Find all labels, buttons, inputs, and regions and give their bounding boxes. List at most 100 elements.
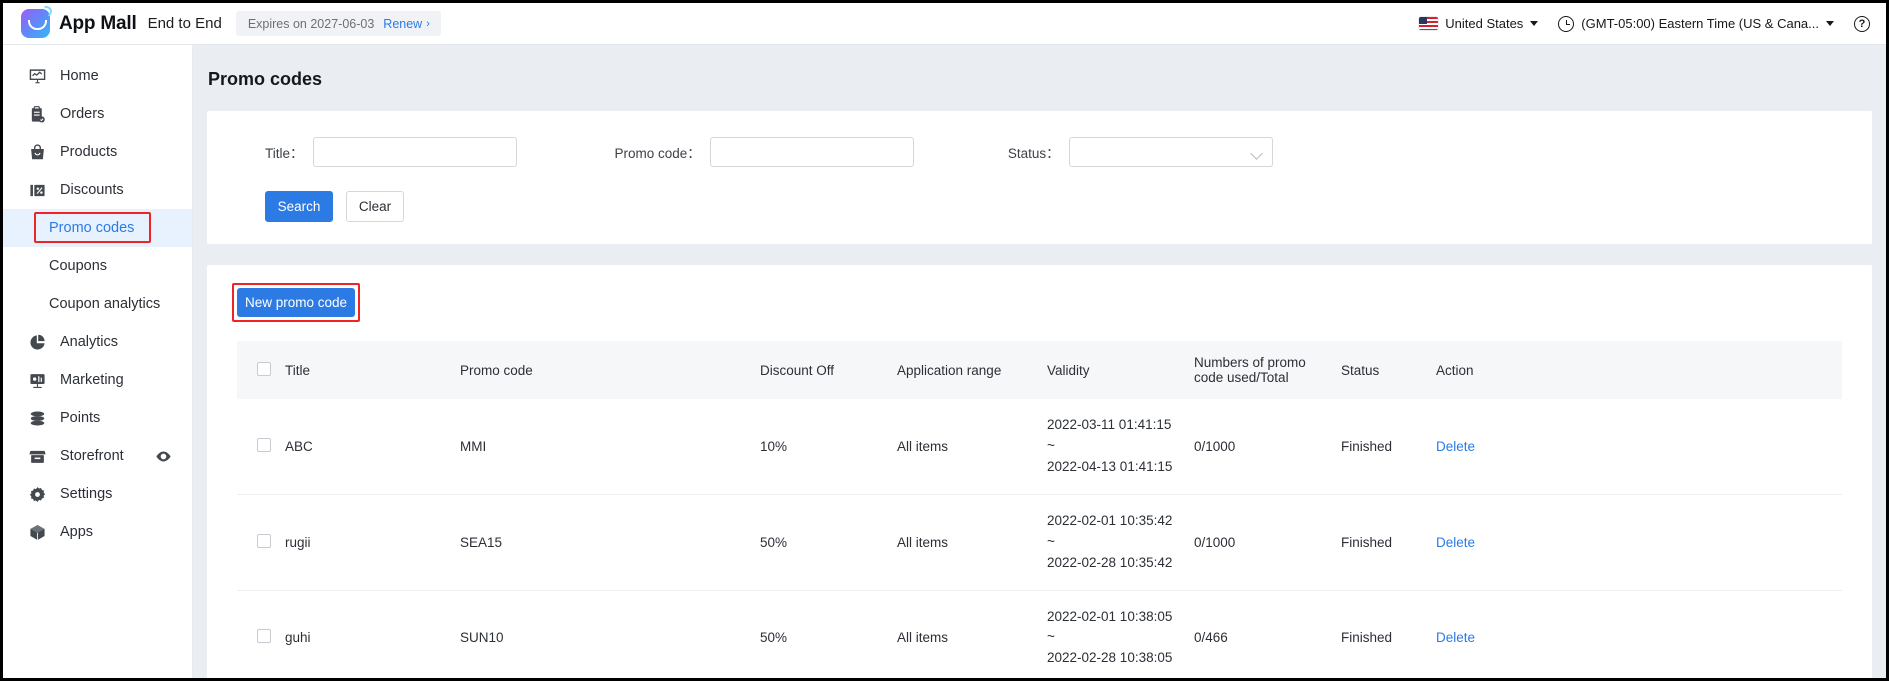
cell-discount-off: 50% [760, 590, 897, 678]
main-content: Promo codes Title： Promo code： Status： S… [193, 45, 1886, 678]
row-checkbox[interactable] [257, 533, 271, 548]
chevron-down-icon [1530, 21, 1539, 26]
sidebar-item-home[interactable]: Home [3, 57, 192, 95]
validity-separator: ~ [1047, 437, 1055, 453]
promo-codes-panel: New promo code Title Promo code Discount… [207, 265, 1872, 678]
renew-link[interactable]: Renew › [383, 17, 430, 31]
cell-title: guhi [285, 590, 460, 678]
sidebar-item-label: Settings [60, 486, 113, 502]
sidebar-item-storefront[interactable]: Storefront [3, 437, 192, 475]
cell-used-total: 0/466 [1194, 590, 1341, 678]
clock-icon [1558, 15, 1575, 32]
chevron-down-icon [1249, 147, 1263, 160]
validity-end: 2022-04-13 01:41:15 [1047, 458, 1173, 474]
cell-title: ABC [285, 399, 460, 495]
delete-link[interactable]: Delete [1436, 535, 1475, 550]
select-all-checkbox[interactable] [257, 361, 271, 376]
sidebar-item-label: Analytics [60, 334, 119, 350]
sidebar-item-coupons[interactable]: Coupons [3, 247, 192, 285]
sidebar-subitem-label: Coupon analytics [49, 296, 161, 312]
table-row: guhi SUN10 50% All items 2022-02-01 10:3… [237, 590, 1842, 678]
delete-link[interactable]: Delete [1436, 439, 1475, 454]
filter-actions: Search Clear [207, 167, 1872, 222]
cell-promo-code: SEA15 [460, 494, 760, 591]
cell-action: Delete [1436, 399, 1842, 495]
sidebar-item-apps[interactable]: Apps [3, 513, 192, 551]
header-status: Status [1341, 362, 1380, 378]
sidebar-item-label: Apps [60, 524, 94, 540]
sidebar-navigation: Home Orders Products Discounts Promo cod… [3, 45, 193, 678]
application-window: App Mall End to End Expires on 2027-06-0… [0, 0, 1889, 681]
header-numbers-line1: Numbers of promo [1194, 355, 1306, 370]
select-all-header [237, 341, 285, 399]
row-checkbox[interactable] [257, 437, 271, 452]
cell-discount-off: 50% [760, 494, 897, 591]
cell-used-total: 0/1000 [1194, 399, 1341, 495]
cell-validity: 2022-02-01 10:38:05 ~ 2022-02-28 10:38:0… [1047, 590, 1194, 678]
sidebar-item-orders[interactable]: Orders [3, 95, 192, 133]
row-checkbox[interactable] [257, 629, 271, 644]
table-header-row: Title Promo code Discount Off Applicatio… [237, 341, 1842, 399]
filter-promo-code-group: Promo code： [615, 137, 914, 167]
expiry-chip: Expires on 2027-06-03 Renew › [235, 11, 441, 36]
cell-validity: 2022-03-11 01:41:15 ~ 2022-04-13 01:41:1… [1047, 399, 1194, 495]
top-bar-right: United States (GMT-05:00) Eastern Time (… [1419, 15, 1886, 32]
country-label: United States [1445, 16, 1524, 31]
promo-codes-table: Title Promo code Discount Off Applicatio… [237, 341, 1842, 678]
title-input[interactable] [312, 137, 517, 167]
cell-application-range: All items [897, 494, 1047, 591]
chevron-right-icon: › [426, 17, 430, 30]
timezone-label: (GMT-05:00) Eastern Time (US & Cana... [1581, 16, 1819, 31]
chevron-down-icon [1826, 21, 1834, 26]
cell-status: Finished [1341, 399, 1436, 495]
sidebar-item-label: Points [60, 410, 101, 426]
timezone-selector[interactable]: (GMT-05:00) Eastern Time (US & Cana... [1558, 15, 1834, 32]
cell-action: Delete [1436, 494, 1842, 591]
promo-code-input[interactable] [709, 137, 914, 167]
eye-preview-icon[interactable] [155, 448, 172, 465]
sidebar-item-label: Discounts [60, 182, 124, 198]
sidebar-item-points[interactable]: Points [3, 399, 192, 437]
status-select[interactable] [1068, 137, 1273, 167]
header-numbers-used: Numbers of promo code used/Total [1194, 341, 1341, 399]
sidebar-item-settings[interactable]: Settings [3, 475, 192, 513]
country-selector[interactable]: United States [1419, 16, 1539, 31]
sidebar-item-label: Home [60, 68, 99, 84]
filter-status-group: Status： [1008, 137, 1273, 167]
sidebar-item-label: Storefront [60, 448, 124, 464]
sidebar-subitem-label: Coupons [49, 258, 108, 274]
validity-separator: ~ [1047, 629, 1055, 645]
validity-start: 2022-02-01 10:38:05 [1047, 608, 1173, 624]
cell-action: Delete [1436, 590, 1842, 678]
discount-percent-icon [29, 182, 46, 199]
clipboard-check-icon [29, 105, 46, 123]
shopping-bag-icon [29, 143, 46, 161]
filter-title-label: Title： [265, 146, 304, 161]
brand-logo[interactable]: App Mall End to End [3, 9, 222, 38]
table-header: Title Promo code Discount Off Applicatio… [237, 341, 1842, 399]
sidebar-item-products[interactable]: Products [3, 133, 192, 171]
sidebar-item-marketing[interactable]: Marketing [3, 361, 192, 399]
header-numbers-line2: code used/Total [1194, 370, 1289, 385]
top-bar: App Mall End to End Expires on 2027-06-0… [3, 3, 1886, 45]
sidebar-item-promo-codes[interactable]: Promo codes [3, 209, 192, 247]
row-select-cell [237, 494, 285, 591]
new-promo-code-button[interactable]: New promo code [237, 288, 355, 317]
cell-status: Finished [1341, 590, 1436, 678]
sidebar-item-analytics[interactable]: Analytics [3, 323, 192, 361]
pie-chart-icon [29, 334, 46, 351]
cell-used-total: 0/1000 [1194, 494, 1341, 591]
header-validity: Validity [1047, 362, 1090, 378]
gear-icon [29, 486, 46, 503]
sidebar-item-coupon-analytics[interactable]: Coupon analytics [3, 285, 192, 323]
sidebar-item-label: Orders [60, 106, 105, 122]
help-icon[interactable]: ? [1854, 15, 1870, 32]
cell-promo-code: MMI [460, 399, 760, 495]
sidebar-item-discounts[interactable]: Discounts [3, 171, 192, 209]
clear-button[interactable]: Clear [346, 191, 404, 222]
delete-link[interactable]: Delete [1436, 630, 1475, 645]
filter-row: Title： Promo code： Status： [207, 137, 1872, 167]
cube-box-icon [29, 524, 46, 541]
search-button[interactable]: Search [265, 191, 333, 222]
us-flag-icon [1419, 17, 1439, 30]
